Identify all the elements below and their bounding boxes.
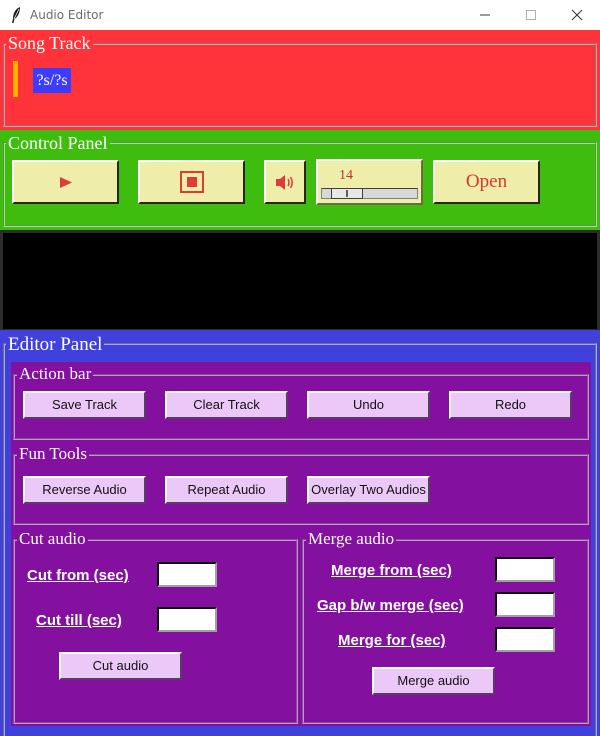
song-track-panel: Song Track ?s/?s	[0, 30, 600, 130]
cut-till-input[interactable]	[157, 607, 217, 632]
merge-audio-title: Merge audio	[306, 529, 397, 548]
maximize-button[interactable]	[508, 0, 554, 30]
track-time-label: ?s/?s	[33, 68, 71, 93]
feather-app-icon	[12, 7, 20, 23]
clear-track-button[interactable]: Clear Track	[165, 391, 288, 419]
editor-panel: Editor Panel Action bar Save Track Clear…	[0, 330, 600, 736]
control-panel-title: Control Panel	[6, 133, 110, 153]
open-button[interactable]: Open	[433, 160, 540, 204]
save-track-button[interactable]: Save Track	[23, 391, 146, 419]
title-bar: Audio Editor	[0, 0, 600, 30]
merge-gap-label: Gap b/w merge (sec)	[317, 597, 464, 614]
song-track-frame	[3, 43, 597, 127]
maximize-icon	[526, 10, 536, 20]
close-button[interactable]	[554, 0, 600, 30]
song-track-title: Song Track	[6, 33, 93, 53]
overlay-two-audios-button[interactable]: Overlay Two Audios	[307, 476, 430, 504]
reverse-audio-button[interactable]: Reverse Audio	[23, 476, 146, 504]
play-button[interactable]	[12, 160, 119, 204]
track-position-marker[interactable]	[13, 61, 18, 97]
repeat-audio-button[interactable]: Repeat Audio	[165, 476, 288, 504]
volume-slider-thumb[interactable]	[331, 188, 363, 199]
action-bar-title: Action bar	[17, 364, 94, 383]
control-panel: Control Panel 14 Open	[0, 130, 600, 230]
waveform-display	[0, 230, 600, 330]
minimize-button[interactable]	[462, 0, 508, 30]
volume-button[interactable]	[264, 160, 306, 204]
stop-button[interactable]	[138, 160, 245, 204]
editor-panel-title: Editor Panel	[6, 334, 105, 355]
merge-for-label: Merge for (sec)	[338, 632, 446, 649]
redo-button[interactable]: Redo	[449, 391, 572, 419]
cut-from-label: Cut from (sec)	[27, 567, 129, 584]
volume-slider-trough[interactable]	[321, 188, 418, 199]
merge-from-label: Merge from (sec)	[331, 562, 452, 579]
minimize-icon	[480, 14, 490, 16]
speaker-icon	[276, 175, 293, 190]
merge-audio-button[interactable]: Merge audio	[372, 667, 495, 695]
slider-grip	[346, 190, 348, 197]
stop-icon	[180, 171, 204, 193]
merge-from-input[interactable]	[495, 557, 555, 582]
cut-audio-panel: Cut audio Cut from (sec) Cut till (sec) …	[11, 527, 300, 726]
waveform-canvas[interactable]	[3, 233, 597, 329]
volume-slider[interactable]: 14	[316, 159, 423, 205]
cut-till-label: Cut till (sec)	[36, 612, 122, 629]
close-icon	[571, 9, 583, 21]
window-title: Audio Editor	[30, 8, 104, 22]
merge-for-input[interactable]	[495, 627, 555, 652]
merge-audio-panel: Merge audio Merge from (sec) Gap b/w mer…	[300, 527, 591, 726]
cut-from-input[interactable]	[157, 562, 217, 587]
undo-button[interactable]: Undo	[307, 391, 430, 419]
cut-audio-button[interactable]: Cut audio	[59, 652, 182, 680]
play-icon	[60, 177, 72, 188]
merge-gap-input[interactable]	[495, 592, 555, 617]
fun-tools-panel: Fun Tools Reverse Audio Repeat Audio Ove…	[11, 442, 591, 527]
volume-value: 14	[339, 168, 353, 183]
cut-audio-title: Cut audio	[17, 529, 88, 548]
fun-tools-title: Fun Tools	[17, 444, 89, 463]
action-bar-panel: Action bar Save Track Clear Track Undo R…	[11, 362, 591, 442]
